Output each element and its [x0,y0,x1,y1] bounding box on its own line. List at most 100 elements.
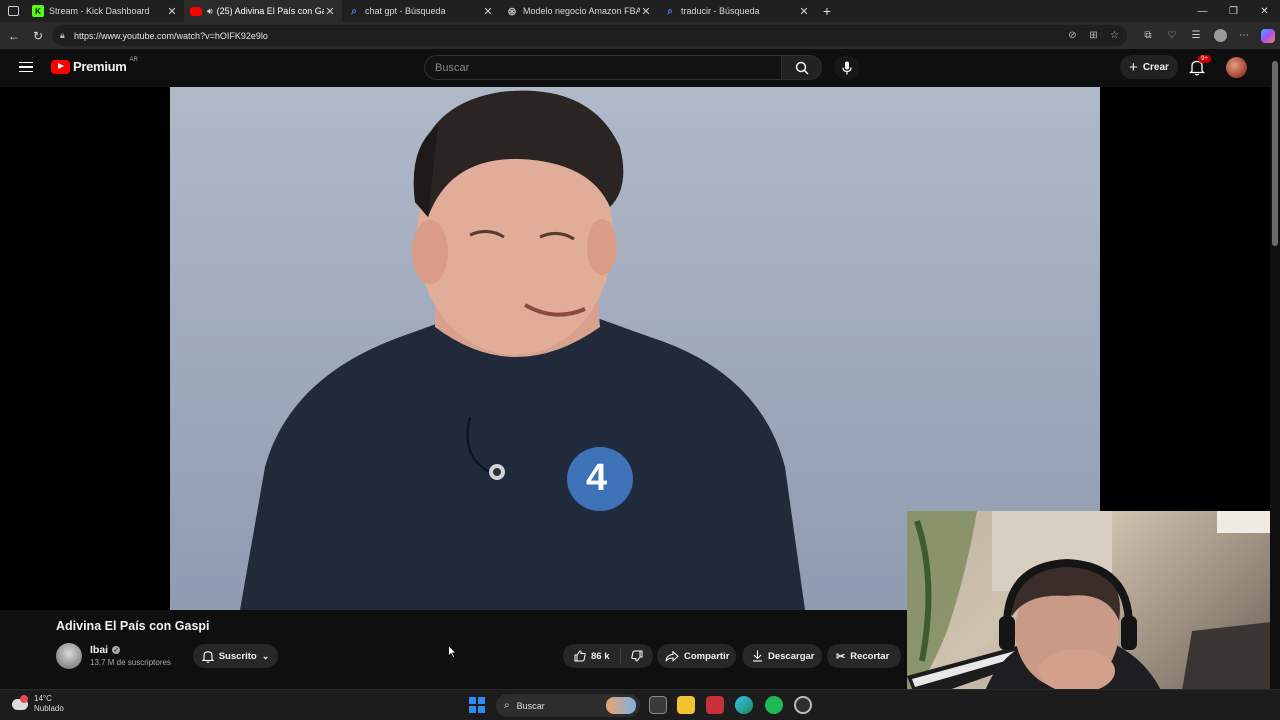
favorites-icon[interactable]: ☰ [1184,30,1208,41]
chevron-down-icon: ⌄ [261,650,270,661]
tab-amazon-fba[interactable]: ⊛ Modelo negocio Amazon FBA ✕ [500,0,658,22]
search-icon: ⌕ [667,5,673,17]
task-view-icon[interactable] [649,696,667,714]
close-tab-icon[interactable]: ✕ [482,5,494,18]
favorite-star-icon[interactable]: ☆ [1104,30,1125,41]
restore-icon[interactable]: ❐ [1218,0,1249,22]
store-app-icon[interactable] [706,696,724,714]
download-label: Descargar [768,650,815,662]
weather-condition: Nublado [34,704,64,713]
speaker-icon[interactable]: 🔊︎ [207,6,213,17]
translate-icon[interactable]: ⊘ [1062,30,1083,41]
url-text: https://www.youtube.com/watch?v=hOIFK92e… [74,30,268,41]
cloudy-weather-icon [12,694,28,710]
app-icon[interactable] [794,696,812,714]
plus-icon: + [1129,58,1138,76]
close-tab-icon[interactable]: ✕ [324,5,336,18]
browser-tools: ⧉ ♡ ☰ ⋯ [1136,22,1280,49]
microphone-icon [841,61,852,74]
search-box[interactable] [424,55,782,80]
clip-label: Recortar [850,650,890,662]
tab-kick-dashboard[interactable]: K Stream - Kick Dashboard ✕ [26,0,184,22]
voice-search-button[interactable] [834,55,859,80]
browser-essentials-icon[interactable]: ♡ [1160,30,1184,41]
close-tab-icon[interactable]: ✕ [798,5,810,18]
menu-icon[interactable] [19,62,33,72]
channel-name-link[interactable]: Ibai ✓ [90,644,121,656]
youtube-play-icon [51,59,70,74]
weather-widget[interactable]: 14°C Nublado [12,694,64,714]
tab-label: traducir - Búsqueda [681,6,760,16]
window-controls: — ❐ ✕ [1187,0,1280,22]
channel-avatar[interactable] [56,643,82,669]
scissors-icon: ✂︎ [836,650,846,663]
bell-icon [201,650,214,663]
extensions-icon[interactable]: ⧉ [1136,30,1160,41]
workspaces-icon[interactable] [0,0,26,22]
download-button[interactable]: Descargar [742,644,822,668]
tab-chat-gpt-search[interactable]: ⌕ chat gpt - Búsqueda ✕ [342,0,500,22]
copilot-icon[interactable] [1256,28,1280,43]
address-bar[interactable]: 🔒︎ https://www.youtube.com/watch?v=hOIFK… [52,25,1127,46]
close-window-icon[interactable]: ✕ [1249,0,1280,22]
taskbar-search-box[interactable]: ⌕ Buscar [496,694,640,717]
weather-temperature: 14°C [34,694,52,703]
share-button[interactable]: Compartir [657,644,736,668]
channel-name: Ibai [90,644,109,656]
clip-button[interactable]: ✂︎ Recortar [827,644,901,668]
account-avatar[interactable] [1226,57,1247,78]
search-highlight-image [606,697,636,714]
youtube-icon [190,6,202,16]
page-scrollbar[interactable] [1270,49,1280,689]
windows-start-icon[interactable] [469,697,485,713]
more-options-icon[interactable]: ⋯ [1232,30,1256,41]
jersey-number: 4 [586,457,608,499]
lock-icon[interactable]: 🔒︎ [60,30,74,41]
new-tab-button[interactable]: + [816,3,838,19]
youtube-premium-logo[interactable]: Premium AR [51,56,138,74]
file-explorer-icon[interactable] [677,696,695,714]
tab-label: (25) Adivina El País con Gaspi [216,6,324,16]
like-dislike-group: 86 k [563,644,653,668]
tab-traducir-search[interactable]: ⌕ traducir - Búsqueda ✕ [658,0,816,22]
scrollbar-thumb[interactable] [1272,61,1278,246]
profile-icon[interactable] [1208,29,1232,42]
thumbs-up-icon [574,650,586,662]
subscribed-label: Suscrito [218,650,257,662]
search-icon [795,61,808,74]
taskbar-search-label: Buscar [516,700,545,711]
spotify-icon[interactable] [765,696,783,714]
download-icon [753,650,762,662]
close-tab-icon[interactable]: ✕ [166,5,178,18]
logo-text: Premium [73,59,127,74]
kick-icon: K [32,5,44,17]
windows-taskbar: 14°C Nublado ⌕ Buscar [0,689,1280,720]
search-button[interactable] [782,55,822,80]
like-button[interactable]: 86 k [563,648,621,664]
mouse-cursor-icon [448,645,457,658]
dislike-button[interactable] [621,650,653,662]
subscribed-button[interactable]: Suscrito ⌄ [193,644,278,668]
refresh-icon[interactable]: ↻ [26,29,50,43]
minimize-icon[interactable]: — [1187,0,1218,22]
browser-toolbar: ← ↻ 🔒︎ https://www.youtube.com/watch?v=h… [0,22,1280,49]
search-icon: ⌕ [351,5,357,17]
close-tab-icon[interactable]: ✕ [640,5,652,18]
share-label: Compartir [684,650,730,662]
search-input[interactable] [435,61,781,74]
youtube-header: Premium AR + Crear 9+ [0,49,1270,87]
tab-label: chat gpt - Búsqueda [365,6,446,16]
tab-label: Modelo negocio Amazon FBA [523,6,640,16]
openai-icon: ⊛ [507,5,517,18]
tab-label: Stream - Kick Dashboard [49,6,150,16]
notifications-button[interactable]: 9+ [1188,55,1211,77]
search-icon: ⌕ [504,700,510,711]
tab-youtube-video[interactable]: 🔊︎ (25) Adivina El País con Gaspi ✕ [184,0,342,22]
create-button[interactable]: + Crear [1120,55,1178,79]
country-code: AR [129,56,138,63]
thumbs-down-icon [630,650,642,662]
video-title: Adivina El País con Gaspi [56,619,210,633]
edge-browser-icon[interactable] [735,696,753,714]
back-icon[interactable]: ← [2,29,26,43]
app-available-icon[interactable]: ⊞ [1083,30,1104,41]
